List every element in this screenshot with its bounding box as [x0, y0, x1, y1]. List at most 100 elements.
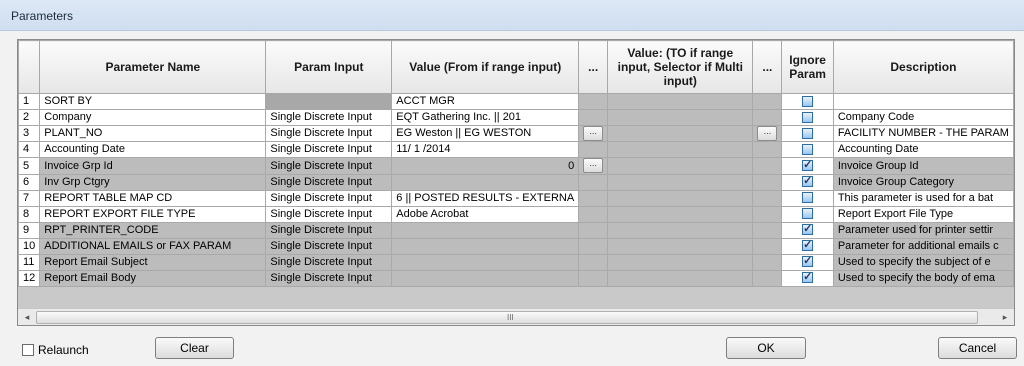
description-cell: Accounting Date — [832, 141, 1014, 159]
col-header-ellipsis-from[interactable]: ... — [578, 40, 609, 94]
value-from-cell[interactable] — [391, 221, 580, 239]
value-to-cell — [607, 221, 754, 239]
row-number[interactable]: 6 — [18, 173, 41, 191]
ignore-checkbox[interactable] — [802, 144, 814, 155]
table-row[interactable]: 6 Inv Grp Ctgry Single Discrete Input In… — [18, 173, 1014, 191]
ignore-checkbox[interactable] — [802, 208, 814, 220]
ignore-param-cell[interactable] — [781, 221, 834, 239]
row-number[interactable]: 12 — [18, 269, 41, 287]
table-row[interactable]: 2 Company Single Discrete Input EQT Gath… — [18, 109, 1014, 126]
value-from-cell[interactable]: EG Weston || EG WESTON — [391, 124, 580, 143]
col-header-param-input[interactable]: Param Input — [265, 40, 393, 94]
value-from-cell-editing[interactable]: 6 || POSTED RESULTS - EXTERNA — [391, 189, 580, 207]
description-cell: Company Code — [832, 109, 1014, 126]
scroll-left-arrow-icon[interactable]: ◂ — [20, 311, 34, 323]
ignore-param-cell[interactable] — [781, 205, 834, 223]
parameters-grid[interactable]: Parameter Name Param Input Value (From i… — [17, 39, 1015, 326]
value-from-cell[interactable] — [391, 237, 580, 255]
relaunch-checkbox-label[interactable]: Relaunch — [22, 343, 89, 357]
window-title: Parameters — [11, 9, 74, 23]
col-header-ignore-param[interactable]: Ignore Param — [781, 40, 834, 94]
ellipsis-cell — [752, 221, 783, 239]
param-name-cell: PLANT_NO — [39, 124, 267, 143]
row-number[interactable]: 11 — [18, 253, 41, 271]
row-number[interactable]: 9 — [18, 221, 41, 239]
ignore-checkbox-checked[interactable] — [802, 239, 814, 253]
value-from-cell[interactable] — [391, 269, 580, 287]
row-number[interactable]: 7 — [18, 189, 41, 207]
value-from-cell[interactable]: 11/ 1 /2014 — [391, 141, 580, 159]
row-number[interactable]: 3 — [18, 124, 41, 143]
value-to-cell — [607, 237, 754, 255]
value-to-cell — [607, 124, 754, 143]
scrollbar-thumb[interactable]: III — [36, 311, 978, 324]
ignore-param-cell[interactable] — [781, 124, 834, 143]
param-input-cell: Single Discrete Input — [265, 124, 393, 143]
value-from-cell[interactable] — [391, 253, 580, 271]
value-to-cell — [607, 93, 754, 110]
value-from-cell[interactable] — [391, 173, 580, 191]
ignore-param-cell[interactable] — [781, 269, 834, 287]
ignore-param-cell[interactable] — [781, 109, 834, 126]
row-number[interactable]: 4 — [18, 141, 41, 159]
table-row[interactable]: 11 Report Email Subject Single Discrete … — [18, 253, 1014, 271]
table-row[interactable]: 1 SORT BY ACCT MGR — [18, 93, 1014, 110]
ignore-checkbox-checked[interactable] — [802, 175, 814, 189]
col-header-description[interactable]: Description — [832, 40, 1014, 94]
row-number[interactable]: 8 — [18, 205, 41, 223]
ellipsis-cell — [752, 237, 783, 255]
scroll-right-arrow-icon[interactable]: ▸ — [998, 311, 1012, 323]
ignore-param-cell[interactable] — [781, 237, 834, 255]
table-row[interactable]: 12 Report Email Body Single Discrete Inp… — [18, 269, 1014, 287]
col-header-parameter-name[interactable]: Parameter Name — [39, 40, 267, 94]
ignore-param-cell[interactable] — [781, 189, 834, 207]
param-input-cell: Single Discrete Input — [265, 189, 393, 207]
ignore-checkbox[interactable] — [802, 111, 814, 123]
value-from-cell[interactable]: 0 — [391, 157, 580, 175]
table-row[interactable]: 8 REPORT EXPORT FILE TYPE Single Discret… — [18, 205, 1014, 223]
table-row[interactable]: 9 RPT_PRINTER_CODE Single Discrete Input… — [18, 221, 1014, 239]
row-number[interactable]: 10 — [18, 237, 41, 255]
ignore-checkbox[interactable] — [802, 192, 814, 204]
value-from-cell[interactable]: EQT Gathering Inc. || 201 — [391, 109, 580, 126]
value-from-cell[interactable]: ACCT MGR — [391, 93, 580, 110]
ignore-checkbox[interactable] — [802, 127, 814, 139]
cancel-button[interactable]: Cancel — [938, 337, 1017, 359]
scrollbar-grip-icon: III — [507, 313, 514, 322]
ignore-checkbox-checked[interactable] — [802, 159, 814, 173]
description-cell: Invoice Group Category — [832, 173, 1014, 191]
value-from-cell[interactable]: Adobe Acrobat — [391, 205, 580, 223]
relaunch-checkbox[interactable] — [22, 344, 34, 356]
col-header-ellipsis-to[interactable]: ... — [752, 40, 783, 94]
horizontal-scrollbar[interactable]: ◂ III ▸ — [18, 308, 1014, 325]
col-header-value-from[interactable]: Value (From if range input) — [391, 40, 580, 94]
param-name-cell: RPT_PRINTER_CODE — [39, 221, 267, 239]
table-row[interactable]: 5 Invoice Grp Id Single Discrete Input 0… — [18, 157, 1014, 175]
ignore-checkbox[interactable] — [802, 95, 814, 107]
ignore-checkbox-checked[interactable] — [802, 271, 814, 285]
row-number[interactable]: 5 — [18, 157, 41, 175]
col-header-value-to[interactable]: Value: (TO if range input, Selector if M… — [607, 40, 754, 94]
ignore-param-cell[interactable] — [781, 93, 834, 110]
value-to-ellipsis-button[interactable]: ... — [757, 126, 778, 141]
ignore-param-cell[interactable] — [781, 141, 834, 159]
ignore-checkbox-checked[interactable] — [802, 255, 814, 269]
table-row[interactable]: 3 PLANT_NO Single Discrete Input EG West… — [18, 124, 1014, 143]
row-number[interactable]: 1 — [18, 93, 41, 110]
ignore-checkbox-checked[interactable] — [802, 223, 814, 237]
ignore-param-cell[interactable] — [781, 173, 834, 191]
clear-button[interactable]: Clear — [155, 337, 234, 359]
value-from-ellipsis-button[interactable]: ... — [583, 158, 604, 174]
ignore-param-cell[interactable] — [781, 253, 834, 271]
table-row[interactable]: 4 Accounting Date Single Discrete Input … — [18, 141, 1014, 159]
table-row[interactable]: 10 ADDITIONAL EMAILS or FAX PARAM Single… — [18, 237, 1014, 255]
ignore-param-cell[interactable] — [781, 157, 834, 175]
row-number[interactable]: 2 — [18, 109, 41, 126]
ellipsis-cell — [578, 237, 609, 255]
col-header-row-num[interactable] — [18, 40, 41, 94]
ok-button[interactable]: OK — [726, 337, 806, 359]
description-cell — [832, 93, 1014, 110]
table-row[interactable]: 7 REPORT TABLE MAP CD Single Discrete In… — [18, 189, 1014, 207]
value-from-ellipsis-button[interactable]: ... — [583, 126, 604, 141]
description-cell: This parameter is used for a bat — [832, 189, 1014, 207]
